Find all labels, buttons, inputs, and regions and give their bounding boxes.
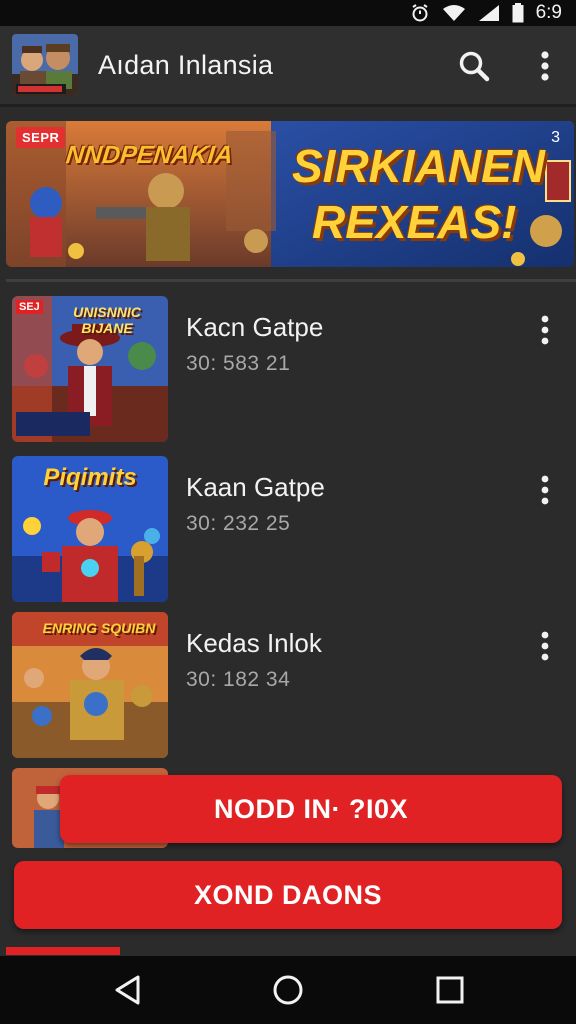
section-divider (6, 279, 576, 282)
game-thumbnail: Piqimits (12, 456, 168, 602)
game-list-item[interactable]: Piqimits Kaan Gatpe 30: 232 25 (0, 456, 576, 604)
thumbnail-caption: UNISNNIC BIJANE (73, 304, 141, 336)
game-thumbnail: ENRING SQUIBN (12, 612, 168, 758)
game-subtitle: 30: 232 25 (186, 512, 291, 535)
secondary-action-button[interactable]: XOND DAONS (14, 861, 562, 929)
overflow-menu-button[interactable] (532, 48, 558, 84)
back-triangle-icon (115, 975, 140, 1005)
banner-left-title: NNDPENAKIA (64, 141, 235, 169)
app-avatar-art (12, 34, 78, 96)
game-title: Kedas Inlok (186, 628, 322, 658)
nav-back-button[interactable] (110, 972, 146, 1008)
alarm-icon (412, 4, 428, 22)
game-list-item[interactable]: UNISNNIC BIJANE SEJ Kacn Gatpe 30: 583 2… (0, 296, 576, 444)
app-avatar[interactable] (12, 34, 78, 96)
status-icons: 6:9 (410, 2, 562, 24)
more-vert-icon (541, 631, 549, 661)
more-vert-icon (541, 315, 549, 345)
search-button[interactable] (456, 48, 492, 84)
thumbnail-badge: SEJ (16, 300, 43, 314)
game-list-item[interactable]: ENRING SQUIBN Kedas Inlok 30: 182 34 (0, 612, 576, 760)
search-icon (459, 51, 490, 82)
wifi-icon (442, 5, 465, 21)
item-menu-button[interactable] (534, 628, 556, 664)
home-circle-icon (273, 975, 303, 1005)
bottom-accent-strip (6, 947, 120, 955)
thumbnail-caption: Piqimits (43, 464, 137, 491)
game-subtitle: 30: 182 34 (186, 668, 291, 691)
game-title: Kaan Gatpe (186, 472, 325, 502)
system-nav-bar (0, 956, 576, 1024)
banner-badge: SEPR (16, 127, 66, 148)
item-menu-button[interactable] (534, 472, 556, 508)
featured-banner[interactable]: SEPR NNDPENAKIA SIRKIANEN REXEAS! 3 (6, 121, 574, 267)
banner-title-line2: REXEAS! (312, 196, 517, 248)
status-bar: 6:9 (0, 0, 576, 26)
nav-recents-button[interactable] (432, 972, 468, 1008)
more-vert-icon (541, 51, 549, 81)
nav-home-button[interactable] (270, 972, 306, 1008)
banner-page-indicator: 3 (551, 129, 560, 146)
item-menu-button[interactable] (534, 312, 556, 348)
game-subtitle: 30: 583 21 (186, 352, 291, 375)
status-time: 6:9 (535, 2, 562, 23)
primary-action-button[interactable]: NODD IN· ?I0X (60, 775, 562, 843)
game-thumbnail: UNISNNIC BIJANE SEJ (12, 296, 168, 442)
app-title: Aıdan Inlansia (98, 50, 274, 80)
more-vert-icon (541, 475, 549, 505)
recents-square-icon (436, 976, 464, 1004)
app-bar: Aıdan Inlansia (0, 26, 576, 107)
battery-icon (512, 3, 524, 23)
signal-icon (478, 5, 499, 21)
game-title: Kacn Gatpe (186, 312, 324, 342)
banner-title-line1: SIRKIANEN (292, 140, 546, 192)
thumbnail-caption: ENRING SQUIBN (42, 620, 156, 636)
